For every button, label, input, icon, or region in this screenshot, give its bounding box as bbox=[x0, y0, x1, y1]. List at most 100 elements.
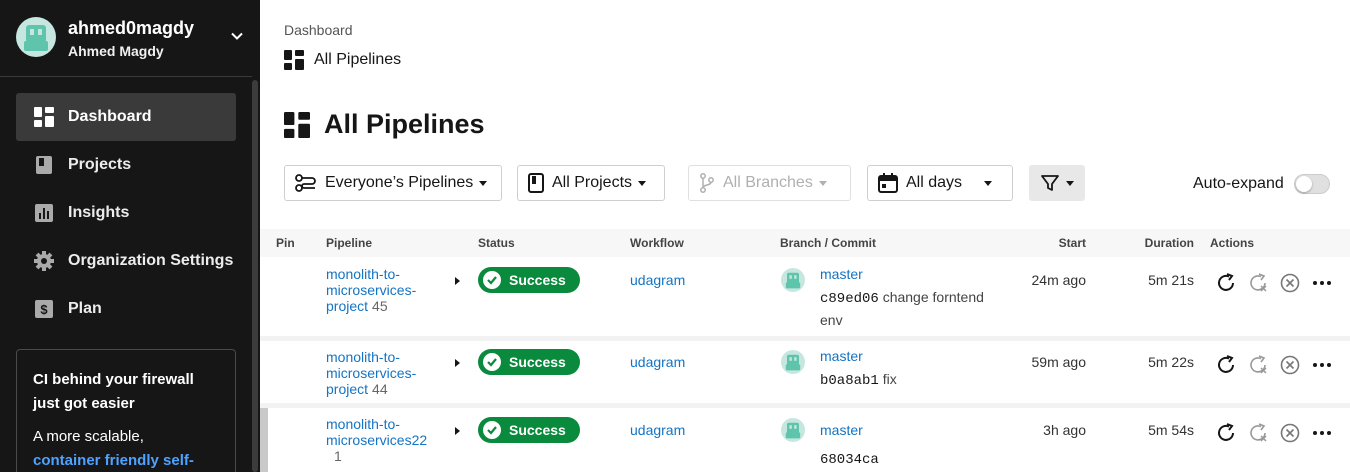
promo-text: A more scalable, bbox=[33, 428, 144, 445]
pipeline-number: 44 bbox=[372, 381, 388, 397]
expand-row-icon[interactable] bbox=[455, 277, 460, 285]
duration: 5m 54s bbox=[1148, 422, 1194, 438]
commit-info[interactable]: 68034ca bbox=[820, 448, 1000, 471]
chevron-down-icon[interactable] bbox=[230, 29, 244, 48]
commit-info[interactable]: b0a8ab1 fix bbox=[820, 369, 1000, 392]
more-icon[interactable] bbox=[1310, 421, 1334, 445]
column-header-status: Status bbox=[478, 236, 515, 250]
advanced-filter-button[interactable] bbox=[1029, 165, 1085, 201]
workflow-link[interactable]: udagram bbox=[630, 272, 685, 288]
commit-info[interactable]: c89ed06 change forntend env bbox=[820, 287, 1000, 331]
column-header-branch-commit: Branch / Commit bbox=[780, 236, 877, 250]
pipeline-name-part: microservices- bbox=[326, 365, 417, 381]
auto-expand-toggle[interactable] bbox=[1294, 174, 1330, 194]
sidebar-item-label: Plan bbox=[68, 300, 102, 317]
commit-hash: c89ed06 bbox=[820, 291, 879, 307]
rerun-failed-icon[interactable] bbox=[1246, 421, 1270, 445]
rerun-failed-icon[interactable] bbox=[1246, 353, 1270, 377]
pipeline-name-part: project bbox=[326, 381, 369, 397]
pipeline-name-part: monolith-to- bbox=[326, 266, 400, 282]
duration: 5m 21s bbox=[1148, 272, 1194, 288]
pipeline-name-part: monolith-to- bbox=[326, 416, 400, 432]
rerun-icon[interactable] bbox=[1214, 353, 1238, 377]
user-full-name: Ahmed Magdy bbox=[68, 43, 164, 59]
status-label: Success bbox=[509, 422, 566, 438]
sidebar-nav: Dashboard Projects Insights Organization… bbox=[16, 93, 236, 333]
more-icon[interactable] bbox=[1310, 271, 1334, 295]
duration: 5m 22s bbox=[1148, 354, 1194, 370]
sidebar-item-label: Dashboard bbox=[68, 108, 152, 125]
auto-expand-label: Auto-expand bbox=[1193, 175, 1284, 192]
column-header-actions: Actions bbox=[1210, 236, 1255, 250]
caret-down-icon bbox=[638, 180, 647, 186]
sidebar-item-insights[interactable]: Insights bbox=[16, 189, 236, 237]
dashboard-icon bbox=[284, 111, 310, 138]
sidebar-item-projects[interactable]: Projects bbox=[16, 141, 236, 189]
rerun-icon[interactable] bbox=[1214, 421, 1238, 445]
avatar bbox=[16, 17, 56, 57]
user-menu[interactable]: ahmed0magdy Ahmed Magdy bbox=[16, 17, 246, 61]
column-header-pipeline: Pipeline bbox=[326, 236, 373, 250]
pipelines-icon bbox=[295, 174, 316, 192]
sidebar-divider bbox=[0, 76, 252, 77]
branch-link[interactable]: master bbox=[820, 348, 863, 364]
rerun-icon[interactable] bbox=[1214, 271, 1238, 295]
projects-filter-label: All Projects bbox=[552, 174, 633, 191]
branch-icon bbox=[700, 173, 714, 193]
rerun-failed-icon[interactable] bbox=[1246, 271, 1270, 295]
cancel-icon[interactable] bbox=[1278, 421, 1302, 445]
sidebar-scrollbar[interactable] bbox=[252, 80, 258, 472]
workflow-link[interactable]: udagram bbox=[630, 354, 685, 370]
breadcrumb-current: All Pipelines bbox=[284, 50, 401, 70]
sidebar-item-organization-settings[interactable]: Organization Settings bbox=[16, 237, 236, 285]
pipeline-number: 1 bbox=[334, 448, 342, 464]
commit-message-cont: env bbox=[820, 312, 843, 328]
table-row[interactable]: monolith-to- microservices22 1 Success u… bbox=[260, 408, 1350, 472]
avatar bbox=[781, 418, 805, 442]
pipeline-name-link[interactable]: monolith-to- microservices22 1 bbox=[326, 416, 446, 464]
column-header-pin: Pin bbox=[276, 236, 295, 250]
expand-row-icon[interactable] bbox=[455, 359, 460, 367]
row-highlight-bar bbox=[260, 408, 268, 472]
days-filter-dropdown[interactable]: All days bbox=[867, 165, 1013, 201]
check-icon bbox=[483, 421, 501, 439]
promo-card: CI behind your firewall just got easier … bbox=[16, 349, 236, 472]
status-badge: Success bbox=[478, 417, 580, 443]
caret-down-icon bbox=[818, 180, 827, 186]
breadcrumb[interactable]: Dashboard bbox=[284, 22, 353, 38]
branch-link[interactable]: master bbox=[820, 422, 863, 438]
app-root: ahmed0magdy Ahmed Magdy Dashboard Projec… bbox=[0, 0, 1350, 472]
sidebar-item-label: Organization Settings bbox=[68, 252, 234, 269]
table-row[interactable]: monolith-to- microservices- project 44 Su… bbox=[260, 341, 1350, 403]
svg-text:$: $ bbox=[40, 302, 48, 317]
check-icon bbox=[483, 353, 501, 371]
branches-filter-dropdown[interactable]: All Branches bbox=[688, 165, 851, 201]
filter-icon bbox=[1041, 175, 1059, 191]
projects-icon bbox=[32, 153, 56, 177]
branch-link[interactable]: master bbox=[820, 266, 863, 282]
username: ahmed0magdy bbox=[68, 18, 195, 38]
cancel-icon[interactable] bbox=[1278, 271, 1302, 295]
projects-filter-dropdown[interactable]: All Projects bbox=[517, 165, 665, 201]
pipeline-name-link[interactable]: monolith-to- microservices- project 45 bbox=[326, 266, 446, 314]
workflow-link[interactable]: udagram bbox=[630, 422, 685, 438]
expand-row-icon[interactable] bbox=[455, 427, 460, 435]
pipeline-name-link[interactable]: monolith-to- microservices- project 44 bbox=[326, 349, 446, 397]
more-icon[interactable] bbox=[1310, 353, 1334, 377]
sidebar-item-label: Projects bbox=[68, 156, 132, 173]
days-filter-label: All days bbox=[906, 174, 963, 191]
toggle-knob bbox=[1296, 176, 1312, 192]
status-label: Success bbox=[509, 272, 566, 288]
promo-link[interactable]: container friendly self- bbox=[33, 452, 194, 469]
sidebar-item-plan[interactable]: $ Plan bbox=[16, 285, 236, 333]
cancel-icon[interactable] bbox=[1278, 353, 1302, 377]
table-row[interactable]: monolith-to- microservices- project 45 Su… bbox=[260, 258, 1350, 336]
table-header: Pin Pipeline Status Workflow Branch / Co… bbox=[260, 229, 1350, 257]
insights-icon bbox=[32, 201, 56, 225]
projects-icon bbox=[528, 173, 544, 193]
pipelines-filter-dropdown[interactable]: Everyone’s Pipelines bbox=[284, 165, 502, 201]
sidebar-item-dashboard[interactable]: Dashboard bbox=[16, 93, 236, 141]
pipeline-name-part: microservices22 bbox=[326, 432, 428, 448]
page-title: All Pipelines bbox=[284, 109, 485, 140]
status-badge: Success bbox=[478, 349, 580, 375]
